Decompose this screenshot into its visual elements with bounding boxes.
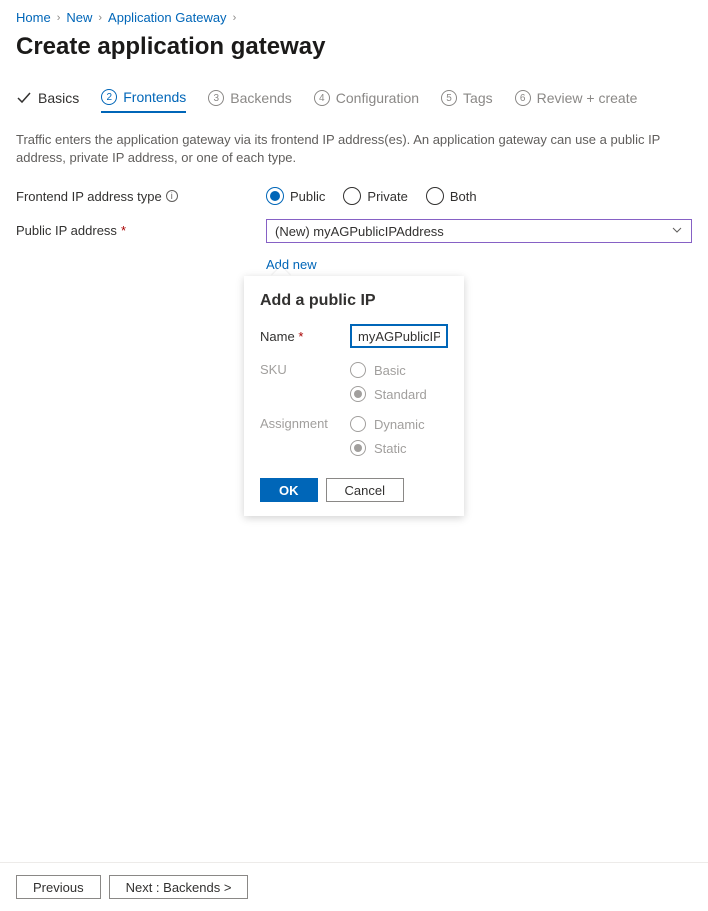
step-number-icon: 3 (208, 90, 224, 106)
page-title: Create application gateway (16, 33, 692, 61)
radio-dot-icon (343, 187, 361, 205)
chevron-right-icon: › (57, 12, 61, 24)
select-public-ip[interactable]: (New) myAGPublicIPAddress (266, 219, 692, 243)
step-number-icon: 2 (101, 89, 117, 105)
radio-label: Both (450, 189, 477, 204)
select-value: (New) myAGPublicIPAddress (275, 224, 444, 239)
required-indicator: * (298, 329, 303, 344)
radio-dot-icon (266, 187, 284, 205)
radio-sku-standard: Standard (350, 386, 427, 402)
popover-name-label: Name (260, 329, 295, 344)
popover-sku-label: SKU (260, 362, 350, 377)
radio-dot-icon (350, 386, 366, 402)
tab-review-create[interactable]: 6 Review + create (515, 90, 638, 112)
popover-assignment-label: Assignment (260, 416, 350, 431)
tab-backends[interactable]: 3 Backends (208, 90, 291, 112)
tab-basics[interactable]: Basics (16, 90, 79, 112)
tab-label: Basics (38, 90, 79, 106)
radio-assignment-dynamic: Dynamic (350, 416, 425, 432)
popover-name-input[interactable] (350, 324, 448, 348)
chevron-down-icon (671, 224, 683, 239)
popover-add-public-ip: Add a public IP Name * SKU Basic Standar… (244, 276, 464, 516)
breadcrumb-new[interactable]: New (66, 10, 92, 25)
label-public-ip: Public IP address (16, 223, 117, 238)
popover-title: Add a public IP (260, 292, 448, 310)
breadcrumb-app-gateway[interactable]: Application Gateway (108, 10, 227, 25)
radio-label: Private (367, 189, 407, 204)
wizard-footer: Previous Next : Backends > (0, 862, 708, 911)
radio-assignment-static: Static (350, 440, 425, 456)
cancel-button[interactable]: Cancel (326, 478, 404, 502)
radio-label: Dynamic (374, 417, 425, 432)
row-frontend-ip-type: Frontend IP address type i Public Privat… (16, 187, 692, 205)
radio-label: Static (374, 441, 407, 456)
tab-description: Traffic enters the application gateway v… (16, 131, 692, 167)
tab-label: Review + create (537, 90, 638, 106)
radio-label: Basic (374, 363, 406, 378)
step-number-icon: 6 (515, 90, 531, 106)
ok-button[interactable]: OK (260, 478, 318, 502)
radio-sku-basic: Basic (350, 362, 427, 378)
tab-frontends[interactable]: 2 Frontends (101, 89, 186, 113)
next-button[interactable]: Next : Backends > (109, 875, 249, 899)
wizard-tabs: Basics 2 Frontends 3 Backends 4 Configur… (16, 89, 692, 113)
tab-label: Tags (463, 90, 493, 106)
tab-label: Backends (230, 90, 291, 106)
radio-label: Public (290, 189, 325, 204)
radio-dot-icon (350, 440, 366, 456)
radio-private[interactable]: Private (343, 187, 407, 205)
chevron-right-icon: › (98, 12, 102, 24)
tab-label: Frontends (123, 89, 186, 105)
info-icon[interactable]: i (166, 190, 178, 202)
tab-label: Configuration (336, 90, 419, 106)
breadcrumb: Home › New › Application Gateway › (16, 10, 692, 25)
radio-both[interactable]: Both (426, 187, 477, 205)
row-public-ip: Public IP address * (New) myAGPublicIPAd… (16, 219, 692, 243)
step-number-icon: 4 (314, 90, 330, 106)
check-icon (16, 90, 32, 106)
tab-configuration[interactable]: 4 Configuration (314, 90, 419, 112)
radio-public[interactable]: Public (266, 187, 325, 205)
tab-tags[interactable]: 5 Tags (441, 90, 493, 112)
label-frontend-ip-type: Frontend IP address type (16, 189, 162, 204)
radio-label: Standard (374, 387, 427, 402)
chevron-right-icon: › (233, 12, 237, 24)
radio-group-frontend-ip-type: Public Private Both (266, 187, 477, 205)
previous-button[interactable]: Previous (16, 875, 101, 899)
required-indicator: * (121, 223, 126, 238)
radio-dot-icon (426, 187, 444, 205)
step-number-icon: 5 (441, 90, 457, 106)
breadcrumb-home[interactable]: Home (16, 10, 51, 25)
link-add-new-public-ip[interactable]: Add new (266, 257, 692, 272)
radio-dot-icon (350, 362, 366, 378)
radio-dot-icon (350, 416, 366, 432)
